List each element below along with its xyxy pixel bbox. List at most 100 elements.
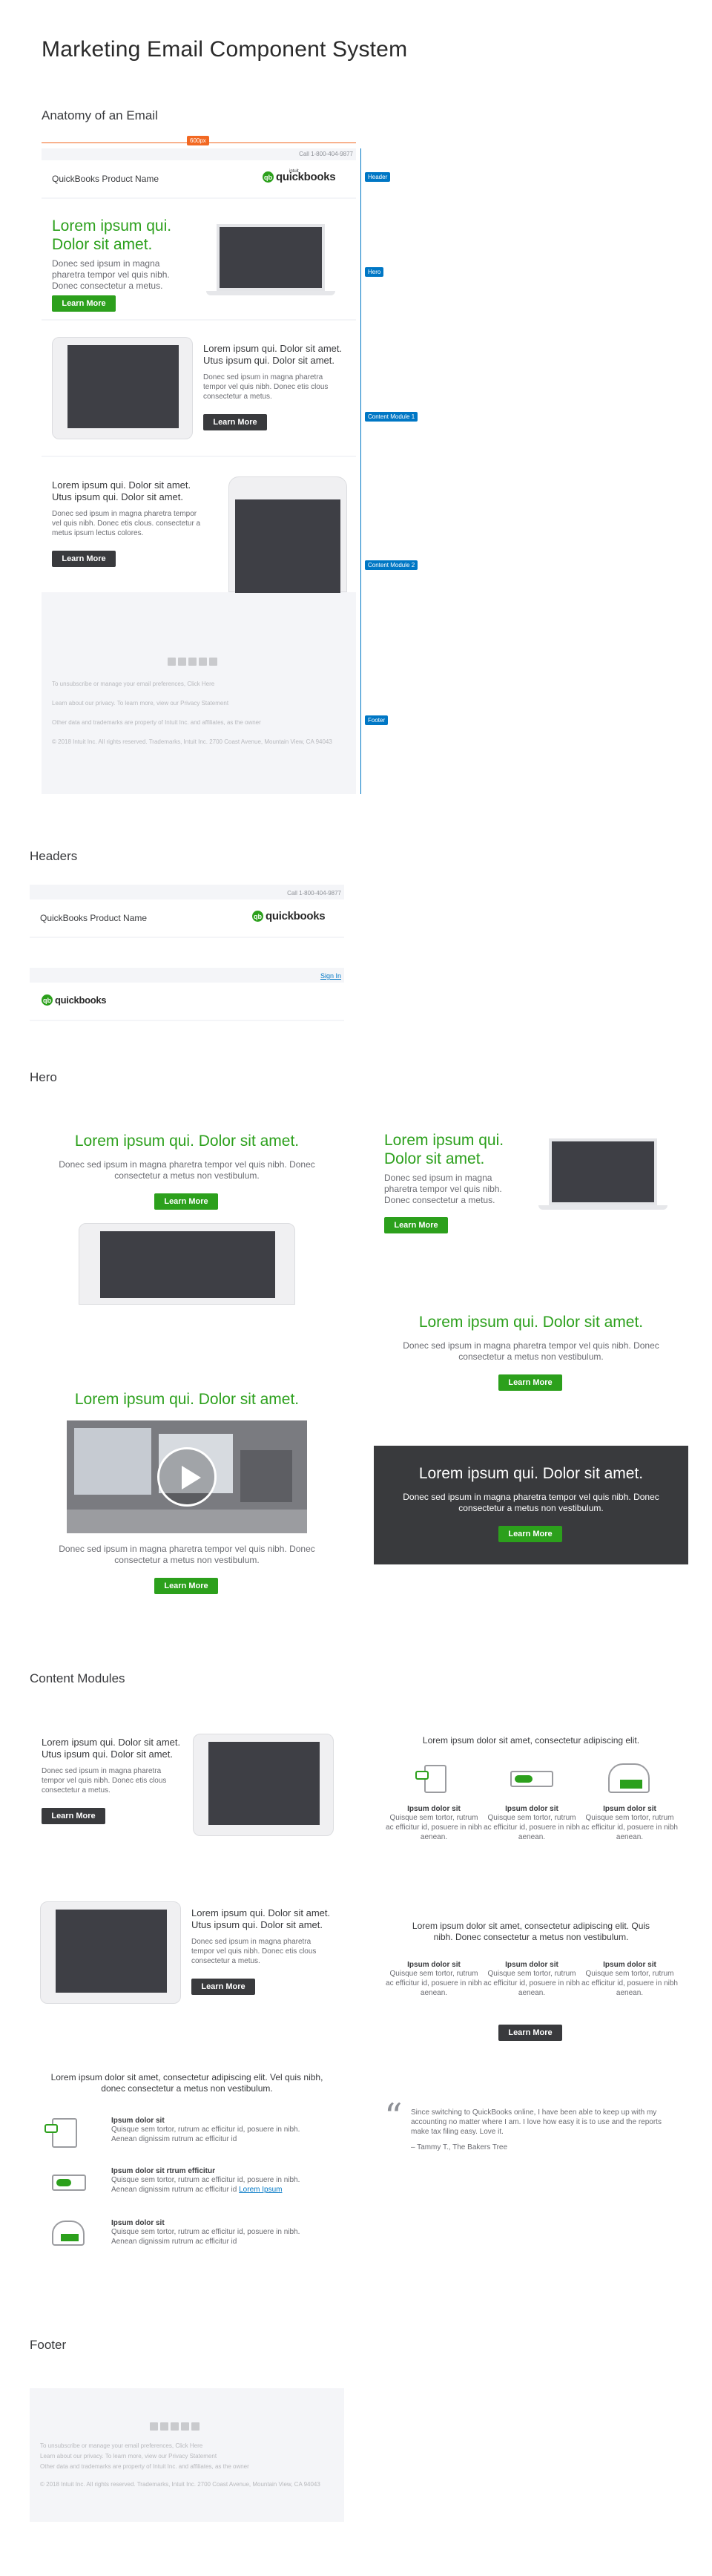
module1-body: Donec sed ipsum in magna pharetra tempor… [203, 373, 329, 401]
cm-c-intro: Lorem ipsum dolor sit amet, consectetur … [50, 2072, 323, 2094]
hero-b-laptop-image [549, 1138, 657, 1205]
play-icon[interactable] [157, 1447, 217, 1507]
width-badge: 600px [187, 136, 209, 145]
hero-a-learn-more-button[interactable]: Learn More [154, 1193, 218, 1210]
header1-product-name: QuickBooks Product Name [40, 913, 148, 923]
youtube-icon[interactable] [199, 658, 207, 666]
facebook-icon[interactable] [150, 2422, 158, 2431]
content-module-e: Lorem ipsum dolor sit amet, consectetur … [374, 1900, 688, 2063]
tag-header: Header [365, 172, 391, 182]
qb-logo-icon: qb [42, 994, 53, 1006]
hero-c-headline: Lorem ipsum qui. Dolor sit amet. [418, 1314, 644, 1331]
hero-a-tablet-image [79, 1223, 295, 1305]
chat-phone-icon [415, 1765, 446, 1793]
content-module-c: Lorem ipsum dolor sit amet, consectetur … [30, 2056, 344, 2286]
hero-d-learn-more-button[interactable]: Learn More [154, 1578, 218, 1594]
cm-d-col-2: Ipsum dolor sit Quisque sem tortor, rutr… [484, 1805, 580, 1841]
youtube-icon[interactable] [181, 2422, 189, 2431]
linkedin-icon[interactable] [188, 658, 197, 666]
hero-body: Donec sed ipsum in magna pharetra tempor… [52, 258, 170, 291]
sign-in-link[interactable]: Sign In [320, 972, 341, 980]
header2-quickbooks-logo: qb quickbooks [42, 994, 107, 1006]
content-module-a: Lorem ipsum qui. Dolor sit amet. Utus ip… [30, 1714, 344, 1855]
quote-icon: “ [384, 2096, 403, 2137]
footer-section-title: Footer [30, 2338, 67, 2352]
content-module-b: Lorem ipsum qui. Dolor sit amet. Utus ip… [30, 1885, 344, 2026]
cm-a-tablet-image [193, 1734, 334, 1836]
hero-e-headline: Lorem ipsum qui. Dolor sit amet. [418, 1465, 644, 1482]
cm-b-learn-more-button[interactable]: Learn More [191, 1979, 255, 1995]
cm-a-body: Donec sed ipsum in magna pharetra tempor… [42, 1767, 167, 1795]
chat-phone-icon [44, 2118, 77, 2148]
tag-content-module-1: Content Module 1 [365, 412, 418, 422]
linkedin-icon[interactable] [171, 2422, 179, 2431]
cm-e-col-2: Ipsum dolor sit Quisque sem tortor, rutr… [484, 1961, 580, 1997]
email-header: QuickBooks Product Name qb intuit quickb… [42, 160, 356, 197]
cloud-money-icon [608, 1763, 650, 1793]
cm-e-intro: Lorem ipsum dolor sit amet, consectetur … [412, 1921, 650, 1942]
cm-e-learn-more-button[interactable]: Learn More [498, 2025, 562, 2041]
cm-e-col-1: Ipsum dolor sit Quisque sem tortor, rutr… [386, 1961, 482, 1997]
hero-variant-a: Lorem ipsum qui. Dolor sit amet. Donec s… [30, 1113, 344, 1305]
header1-quickbooks-logo: qb quickbooks [252, 910, 326, 922]
cm-b-body: Donec sed ipsum in magna pharetra tempor… [191, 1938, 317, 1965]
module2-learn-more-button[interactable]: Learn More [52, 551, 116, 567]
hero-d-headline: Lorem ipsum qui. Dolor sit amet. [74, 1391, 300, 1408]
hero-e-body: Donec sed ipsum in magna pharetra tempor… [403, 1492, 659, 1513]
hero-b-headline: Lorem ipsum qui. Dolor sit amet. [384, 1132, 504, 1167]
qb-logo-icon: qb [263, 171, 274, 183]
footer-v-line-4: © 2018 Intuit Inc. All rights reserved. … [40, 2481, 320, 2488]
hero-learn-more-button[interactable]: Learn More [52, 295, 116, 312]
card-toggle-icon [52, 2174, 86, 2191]
quickbooks-logo: qb intuit quickbooks [263, 169, 336, 183]
anatomy-email: Call 1-800-404-9877 QuickBooks Product N… [42, 148, 356, 794]
hero-headline: Lorem ipsum qui. Dolor sit amet. [52, 217, 172, 253]
email-module-1: Lorem ipsum qui. Dolor sit amet. Utus ip… [42, 321, 356, 456]
hero-e-learn-more-button[interactable]: Learn More [498, 1526, 562, 1542]
header-variant-2: Sign In qb quickbooks [30, 968, 344, 1021]
footer-v-line-3: Other data and trademarks are property o… [40, 2463, 249, 2470]
page-title: Marketing Email Component System [42, 37, 408, 62]
hero-variant-d: Lorem ipsum qui. Dolor sit amet. Donec s… [30, 1371, 344, 1618]
header-variant-1: Call 1-800-404-9877 QuickBooks Product N… [30, 885, 344, 938]
instagram-icon[interactable] [209, 658, 217, 666]
content-modules-title: Content Modules [30, 1671, 125, 1685]
cm-b-headline: Lorem ipsum qui. Dolor sit amet. Utus ip… [191, 1907, 331, 1930]
cm-a-headline: Lorem ipsum qui. Dolor sit amet. Utus ip… [42, 1737, 181, 1760]
cloud-money-icon [52, 2221, 85, 2246]
hero-a-headline: Lorem ipsum qui. Dolor sit amet. [74, 1133, 300, 1150]
card-toggle-icon [510, 1771, 553, 1787]
cm-e-col-3: Ipsum dolor sit Quisque sem tortor, rutr… [581, 1961, 678, 1997]
footer-line-3: Other data and trademarks are property o… [52, 719, 261, 726]
module2-headline: Lorem ipsum qui. Dolor sit amet. Utus ip… [52, 479, 191, 502]
twitter-icon[interactable] [160, 2422, 168, 2431]
anatomy-title: Anatomy of an Email [42, 108, 158, 122]
phone-image [228, 476, 347, 593]
hero-b-learn-more-button[interactable]: Learn More [384, 1217, 448, 1233]
footer-line-4: © 2018 Intuit Inc. All rights reserved. … [52, 738, 332, 745]
tag-content-module-2: Content Module 2 [365, 560, 418, 570]
module1-learn-more-button[interactable]: Learn More [203, 414, 267, 430]
headers-title: Headers [30, 849, 78, 863]
email-hero: Lorem ipsum qui. Dolor sit amet. Donec s… [42, 199, 356, 319]
hero-variant-c: Lorem ipsum qui. Dolor sit amet. Donec s… [374, 1294, 688, 1413]
laptop-image [217, 224, 325, 291]
facebook-icon[interactable] [168, 658, 176, 666]
cm-d-col-1: Ipsum dolor sit Quisque sem tortor, rutr… [386, 1805, 482, 1841]
cm-d-intro: Lorem ipsum dolor sit amet, consectetur … [422, 1735, 640, 1746]
email-module-2: Lorem ipsum qui. Dolor sit amet. Utus ip… [42, 457, 356, 593]
cm-a-learn-more-button[interactable]: Learn More [42, 1808, 105, 1824]
footer-social-icons [150, 2421, 202, 2434]
cm-c-item-1: Ipsum dolor sit Quisque sem tortor, rutr… [111, 2117, 300, 2143]
video-thumbnail[interactable] [67, 1420, 307, 1533]
hero-c-learn-more-button[interactable]: Learn More [498, 1374, 562, 1391]
module2-body: Donec sed ipsum in magna pharetra tempor… [52, 510, 201, 537]
anatomy-bracket-line [360, 148, 361, 794]
instagram-icon[interactable] [191, 2422, 200, 2431]
twitter-icon[interactable] [178, 658, 186, 666]
quote-author: – Tammy T., The Bakers Tree [411, 2143, 508, 2151]
lorem-ipsum-link[interactable]: Lorem Ipsum [239, 2186, 282, 2194]
footer-variant: To unsubscribe or manage your email pref… [30, 2388, 344, 2522]
product-name: QuickBooks Product Name [52, 174, 159, 184]
hero-variant-e: Lorem ipsum qui. Dolor sit amet. Donec s… [374, 1446, 688, 1564]
